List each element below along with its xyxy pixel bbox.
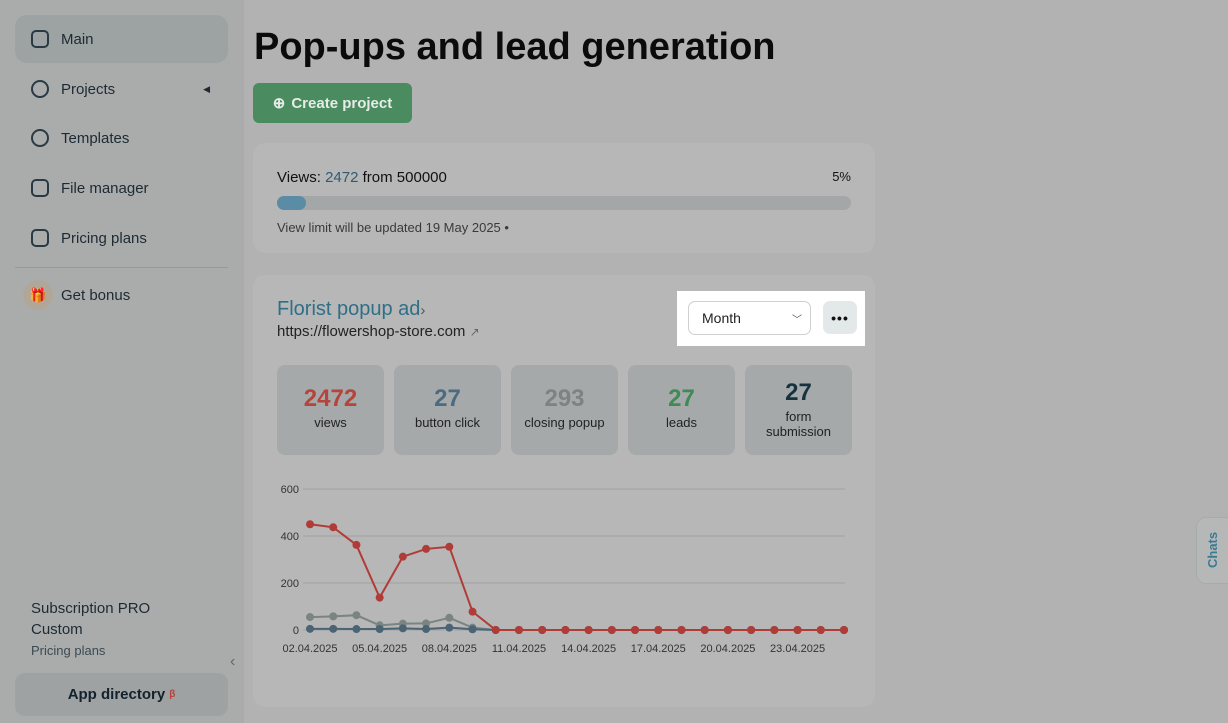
sidebar-item-pricing-plans[interactable]: Pricing plans bbox=[15, 214, 228, 262]
create-project-label: Create project bbox=[291, 94, 393, 112]
data-point bbox=[747, 626, 756, 634]
data-point bbox=[352, 540, 361, 549]
subscription-name: Subscription PRO bbox=[31, 600, 151, 617]
limit-note: View limit will be updated 19 May 2025 • bbox=[277, 220, 509, 235]
sidebar-item-main[interactable]: Main bbox=[15, 15, 228, 63]
page-title: Pop-ups and lead generation bbox=[254, 26, 776, 68]
sidebar-item-label: Projects bbox=[61, 80, 116, 98]
data-point bbox=[375, 625, 384, 634]
data-point bbox=[329, 612, 338, 621]
data-point bbox=[352, 611, 361, 620]
sidebar: Main Projects ◀ Templates File manager Pr… bbox=[0, 0, 244, 723]
data-point bbox=[468, 625, 477, 634]
data-point bbox=[514, 626, 523, 634]
data-point bbox=[398, 552, 407, 561]
sidebar-item-label: Main bbox=[61, 30, 94, 48]
project-card: Florist popup ad› https://flowershop-sto… bbox=[253, 275, 875, 707]
views-label: Views: bbox=[277, 169, 321, 186]
beta-badge: β bbox=[169, 689, 176, 700]
cards-icon bbox=[31, 229, 49, 247]
data-point bbox=[770, 626, 779, 634]
app-directory-label: App directory bbox=[67, 686, 166, 703]
x-tick-label: 05.04.2025 bbox=[352, 643, 407, 655]
views-summary: Views: 2472 from 500000 bbox=[277, 169, 447, 186]
chats-tab[interactable]: Chats bbox=[1196, 517, 1228, 584]
data-point bbox=[561, 626, 570, 634]
data-point bbox=[607, 626, 616, 634]
data-point bbox=[445, 613, 454, 622]
data-point bbox=[538, 626, 547, 634]
data-point bbox=[352, 625, 361, 634]
data-point bbox=[375, 593, 384, 602]
x-tick-label: 08.04.2025 bbox=[422, 643, 477, 655]
data-point bbox=[816, 626, 825, 634]
data-point bbox=[306, 624, 314, 633]
data-point bbox=[306, 613, 314, 622]
sliders-icon bbox=[31, 30, 49, 48]
plan-name: Custom bbox=[31, 621, 83, 638]
line-chart: 0 200 400 600 02.04.2025 05.04.2025 08.04.2025… bbox=[281, 484, 848, 655]
x-tick-label: 20.04.2025 bbox=[700, 643, 755, 655]
data-point bbox=[422, 544, 431, 553]
y-tick-label: 600 bbox=[281, 484, 299, 496]
data-point bbox=[491, 626, 500, 634]
data-point bbox=[445, 542, 454, 551]
data-point bbox=[445, 623, 454, 632]
data-point bbox=[422, 625, 431, 634]
subscription-info: Subscription PRO Custom Pricing plans bbox=[31, 598, 150, 661]
file-icon bbox=[31, 179, 49, 197]
x-tick-label: 11.04.2025 bbox=[492, 643, 546, 655]
projects-icon bbox=[31, 80, 49, 98]
data-point bbox=[306, 520, 314, 529]
data-point bbox=[584, 626, 593, 634]
data-point bbox=[631, 626, 640, 634]
x-tick-label: 14.04.2025 bbox=[561, 643, 616, 655]
sidebar-item-templates[interactable]: Templates bbox=[15, 114, 228, 162]
series-line-views bbox=[309, 523, 844, 631]
sidebar-item-get-bonus[interactable]: 🎁 Get bonus bbox=[15, 271, 228, 319]
sidebar-item-file-manager[interactable]: File manager bbox=[15, 164, 228, 212]
divider bbox=[15, 267, 228, 268]
data-point bbox=[468, 607, 477, 616]
views-card: Views: 2472 from 500000 5% View limit wi… bbox=[253, 143, 875, 253]
plus-circle-icon: ⊕ bbox=[272, 95, 286, 112]
x-tick-label: 23.04.2025 bbox=[770, 643, 825, 655]
sidebar-item-label: Templates bbox=[61, 129, 130, 147]
caret-left-icon: ◀ bbox=[203, 83, 210, 94]
views-progress-bar bbox=[277, 196, 851, 210]
x-tick-label: 17.04.2025 bbox=[631, 643, 686, 655]
chats-label: Chats bbox=[1205, 531, 1220, 568]
sidebar-item-label: Get bonus bbox=[61, 286, 131, 304]
templates-icon bbox=[31, 129, 49, 147]
data-point bbox=[654, 626, 663, 634]
y-tick-label: 200 bbox=[281, 578, 299, 590]
create-project-button[interactable]: ⊕ Create project bbox=[253, 83, 412, 123]
data-point bbox=[793, 626, 802, 634]
data-point bbox=[398, 624, 407, 633]
data-point bbox=[677, 626, 686, 634]
views-count: 2472 bbox=[325, 169, 359, 186]
gift-icon: 🎁 bbox=[23, 280, 53, 310]
sidebar-item-projects[interactable]: Projects ◀ bbox=[15, 65, 228, 113]
collapse-sidebar-icon[interactable]: ‹ bbox=[230, 653, 235, 671]
x-tick-label: 02.04.2025 bbox=[282, 643, 337, 655]
data-point bbox=[329, 624, 338, 633]
views-percent: 5% bbox=[832, 169, 851, 184]
app-directory-button[interactable]: App directory β bbox=[15, 673, 228, 716]
data-point bbox=[329, 523, 338, 532]
data-point bbox=[700, 626, 709, 634]
views-progress-fill bbox=[277, 196, 306, 210]
views-limit: from 500000 bbox=[362, 169, 447, 186]
data-point bbox=[723, 626, 732, 634]
y-tick-label: 0 bbox=[293, 625, 299, 637]
y-tick-label: 400 bbox=[281, 531, 299, 543]
pricing-plans-link[interactable]: Pricing plans bbox=[31, 640, 150, 661]
data-point bbox=[840, 626, 848, 634]
sidebar-item-label: File manager bbox=[61, 179, 149, 197]
sidebar-item-label: Pricing plans bbox=[61, 229, 147, 247]
